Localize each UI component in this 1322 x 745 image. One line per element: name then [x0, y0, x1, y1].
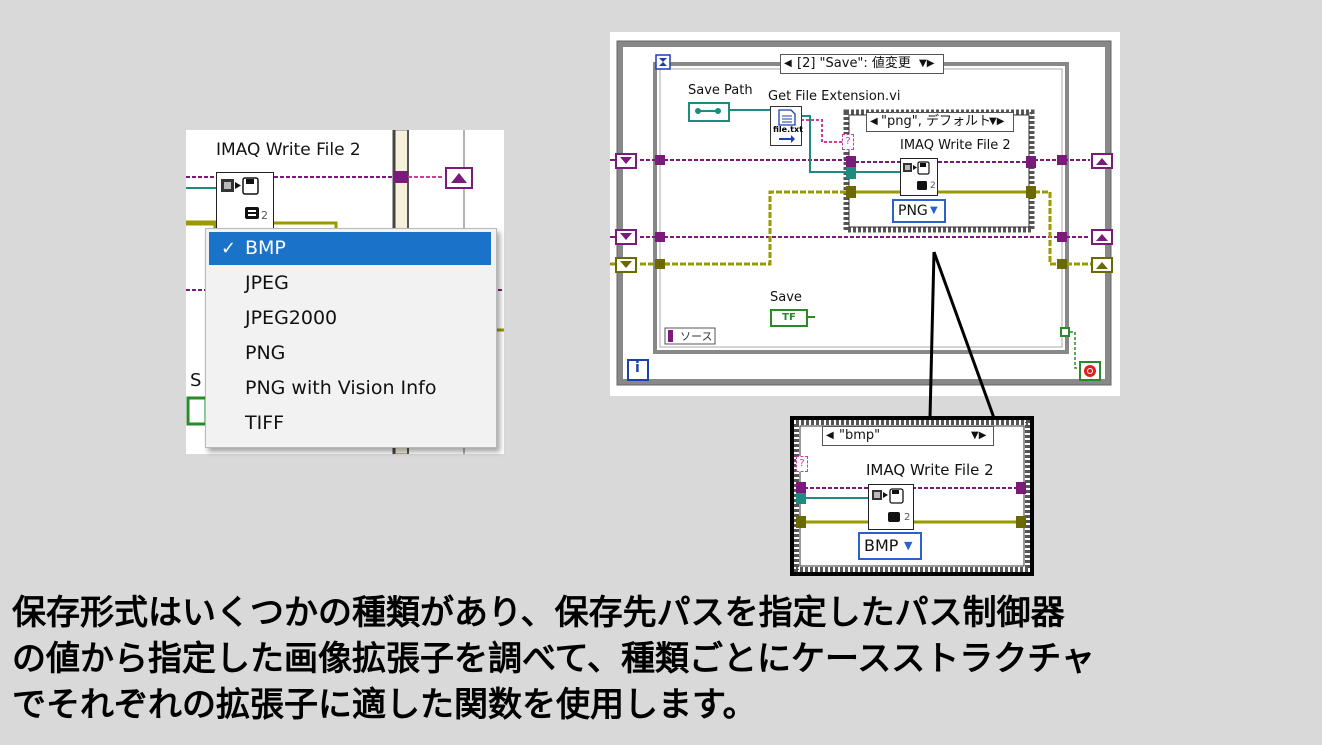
- case-selector-text: "png", デフォルト: [881, 114, 991, 129]
- case-selector-png[interactable]: ◀ "png", デフォルト ▼▶: [866, 112, 1014, 132]
- case-selector-text: "bmp": [839, 428, 881, 443]
- checkmark-icon: ✓: [221, 238, 237, 259]
- node-label: IMAQ Write File 2: [900, 138, 1011, 153]
- partial-save-label: S: [190, 370, 202, 391]
- imaq-write-file-node[interactable]: 2: [900, 158, 938, 196]
- caption-line-3: でそれぞれの拡張子に適した関数を使用します。: [12, 685, 757, 725]
- save-path-terminal[interactable]: [688, 102, 730, 122]
- menu-item-label: JPEG2000: [245, 307, 338, 329]
- menu-item-label: PNG with Vision Info: [245, 377, 437, 399]
- event-case-selector[interactable]: ◀ [2] "Save": 値変更 ▼▶: [780, 54, 944, 74]
- menu-item-jpeg[interactable]: JPEG: [209, 267, 491, 300]
- menu-item-bmp[interactable]: ✓ BMP: [209, 232, 491, 265]
- save-path-label: Save Path: [688, 83, 753, 98]
- file-format-dropdown-menu[interactable]: ✓ BMP JPEG JPEG2000 PNG PNG with Vision …: [205, 228, 497, 448]
- node-number: 2: [261, 209, 268, 222]
- imaq-write-file-node[interactable]: 2: [216, 172, 274, 230]
- inset-body: ◀ "bmp" ▼▶ ? IMAQ Write File 2 2 BMP ▼: [794, 420, 1030, 572]
- dropdown-arrow-icon: ▼: [930, 205, 938, 216]
- menu-item-png[interactable]: PNG: [209, 337, 491, 370]
- case-selector-terminal[interactable]: ?: [842, 134, 854, 150]
- menu-item-label: TIFF: [245, 412, 285, 434]
- node-number: 2: [904, 512, 911, 523]
- decrement-arrow-icon[interactable]: ◀: [826, 427, 834, 445]
- case-selector-terminal[interactable]: ?: [796, 456, 808, 472]
- event-selector-text: [2] "Save": 値変更: [797, 56, 911, 71]
- source-label: ソース: [680, 330, 713, 343]
- caption-line-1: 保存形式はいくつかの種類があり、保存先パスを指定したパス制御器: [12, 593, 1065, 633]
- dropdown-arrow-icon[interactable]: ▼▶: [919, 55, 934, 73]
- dropdown-arrow-icon[interactable]: ▼▶: [989, 113, 1004, 131]
- format-value: BMP: [864, 536, 899, 555]
- caption-text: 保存形式はいくつかの種類があり、保存先パスを指定したパス制御器 の値から指定した…: [12, 590, 1312, 728]
- file-format-enum[interactable]: PNG ▼: [892, 199, 946, 223]
- node-label: IMAQ Write File 2: [866, 461, 994, 479]
- dropdown-arrow-icon: ▼: [904, 539, 913, 552]
- iteration-terminal-label: i: [635, 360, 640, 376]
- format-value: PNG: [898, 203, 928, 219]
- callout-lines: [928, 251, 996, 419]
- dropdown-arrow-icon[interactable]: ▼▶: [971, 427, 986, 445]
- file-icon-text: file.txt: [773, 125, 803, 134]
- get-file-extension-subvi[interactable]: file.txt: [770, 106, 803, 146]
- caption-line-2: の値から指定した画像拡張子を調べて、種類ごとにケースストラクチャ: [12, 639, 1095, 679]
- case-selector-bmp[interactable]: ◀ "bmp" ▼▶: [822, 426, 994, 446]
- block-diagram-panel: ◀ [2] "Save": 値変更 ▼▶ Save Path Get File …: [610, 32, 1120, 396]
- node-label: IMAQ Write File 2: [216, 140, 361, 160]
- path-icon: [695, 108, 721, 114]
- save-label: Save: [770, 290, 802, 305]
- get-ext-label: Get File Extension.vi: [768, 89, 901, 104]
- menu-item-jpeg2000[interactable]: JPEG2000: [209, 302, 491, 335]
- menu-item-tiff[interactable]: TIFF: [209, 407, 491, 440]
- menu-item-label: BMP: [245, 237, 286, 259]
- menu-item-label: PNG: [245, 342, 286, 364]
- decrement-arrow-icon[interactable]: ◀: [870, 113, 878, 131]
- menu-item-png-vision-info[interactable]: PNG with Vision Info: [209, 372, 491, 405]
- imaq-write-file-node[interactable]: 2: [868, 484, 914, 530]
- node-number: 2: [930, 181, 936, 191]
- save-button-terminal[interactable]: TF: [770, 309, 808, 327]
- file-format-enum[interactable]: BMP ▼: [858, 532, 922, 560]
- menu-item-label: JPEG: [245, 272, 289, 294]
- bmp-case-inset: ◀ "bmp" ▼▶ ? IMAQ Write File 2 2 BMP ▼: [790, 416, 1034, 576]
- decrement-arrow-icon[interactable]: ◀: [784, 55, 792, 73]
